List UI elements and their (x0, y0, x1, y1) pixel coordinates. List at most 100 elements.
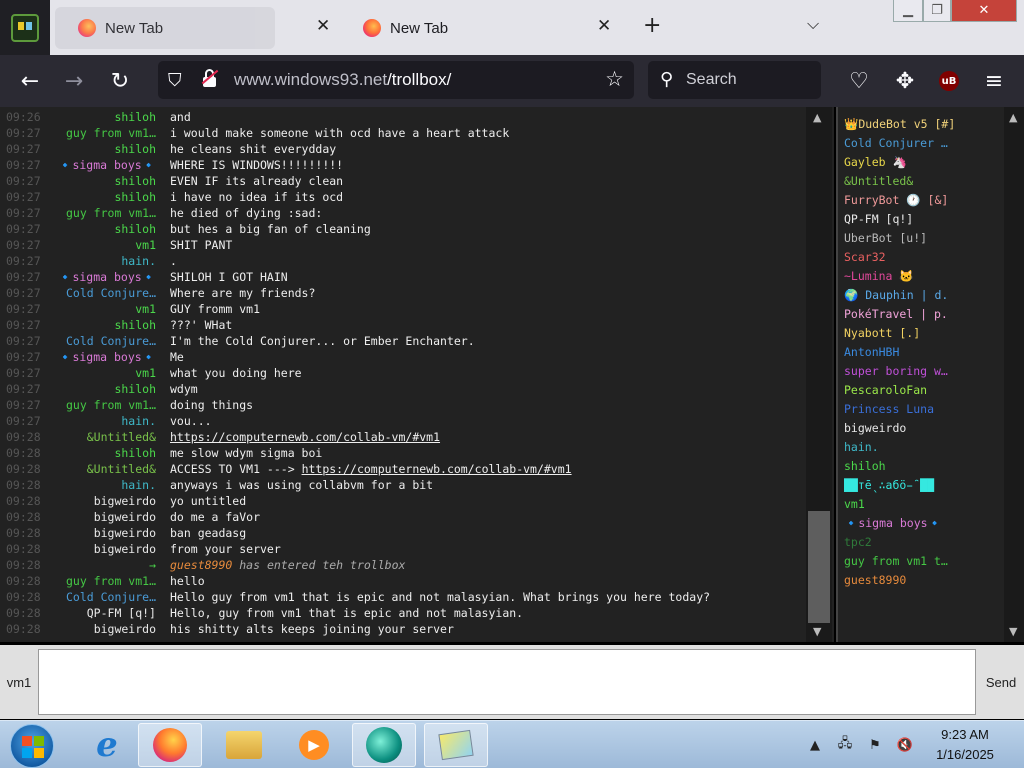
message-nick[interactable]: shiloh (114, 189, 156, 205)
message-nick[interactable]: Cold Conjure… (66, 285, 156, 301)
action-center-flag-icon[interactable]: ⚑ (865, 736, 885, 754)
scroll-down-arrow-icon[interactable]: ▼ (1009, 625, 1017, 638)
message-nick[interactable]: → (149, 557, 156, 573)
user-list-item[interactable]: PokéTravel | p. (844, 305, 1006, 324)
clock[interactable]: 9:23 AM 1/16/2025 (920, 725, 1010, 765)
scroll-up-arrow-icon[interactable]: ▲ (813, 111, 821, 124)
maximize-button[interactable]: ❐ (923, 0, 951, 22)
tab-new-tab-1[interactable]: New Tab (55, 7, 275, 49)
user-list-item[interactable]: hain. (844, 438, 1006, 457)
message-nick[interactable]: shiloh (114, 317, 156, 333)
user-list-item[interactable]: vm1 (844, 495, 1006, 514)
hamburger-menu-icon[interactable]: ≡ (978, 65, 1010, 97)
show-hidden-icons-arrow-icon[interactable]: ▲ (805, 736, 825, 754)
tab-new-tab-2[interactable]: New Tab (340, 7, 625, 49)
forward-arrow-icon[interactable]: → (58, 65, 90, 97)
user-list-item[interactable]: Princess Luna (844, 400, 1006, 419)
url-bar[interactable]: ⛉ www.windows93.net/trollbox/ ☆ (158, 61, 634, 99)
message-nick[interactable]: guy from vm1… (66, 573, 156, 589)
url-text[interactable]: www.windows93.net/trollbox/ (234, 70, 451, 90)
user-list-item[interactable]: 🌍 Dauphin | d. (844, 286, 1006, 305)
user-list-item[interactable]: &Untitled& (844, 172, 1006, 191)
message-nick[interactable]: hain. (121, 413, 156, 429)
message-nick[interactable]: vm1 (135, 365, 156, 381)
send-button[interactable]: Send (978, 649, 1024, 715)
insecure-lock-icon[interactable] (201, 69, 219, 87)
shield-icon[interactable]: ⛉ (168, 70, 182, 91)
user-list-item[interactable]: QP-FM [q!] (844, 210, 1006, 229)
message-nick[interactable]: Cold Conjure… (66, 333, 156, 349)
message-nick[interactable]: &Untitled& (87, 429, 156, 445)
message-nick[interactable]: hain. (121, 253, 156, 269)
firefox-taskbar-button[interactable] (138, 723, 202, 767)
message-nick[interactable]: bigweirdo (94, 621, 156, 637)
user-list-item[interactable]: ██тēˎ∴абö̵̑ ██ (844, 476, 1006, 495)
message-nick[interactable]: guy from vm1… (66, 397, 156, 413)
message-nick[interactable]: shiloh (114, 173, 156, 189)
message-nick[interactable]: vm1 (135, 237, 156, 253)
sticky-notes-taskbar-button[interactable] (424, 723, 488, 767)
user-list-item[interactable]: ~Lumina 🐱 (844, 267, 1006, 286)
user-list-item[interactable]: 🔹sigma boys🔹 (844, 514, 1006, 533)
user-list-item[interactable]: Scar32 (844, 248, 1006, 267)
message-nick[interactable]: bigweirdo (94, 525, 156, 541)
media-player-taskbar-button[interactable]: ▶ (282, 723, 346, 767)
user-list-item[interactable]: Cold Conjurer … (844, 134, 1006, 153)
message-nick[interactable]: shiloh (114, 109, 156, 125)
chat-scroll-thumb[interactable] (808, 511, 830, 623)
message-link[interactable]: https://computernewb.com/collab-vm/#vm1 (170, 430, 440, 444)
user-list-item[interactable]: tpc2 (844, 533, 1006, 552)
start-button[interactable] (10, 724, 54, 768)
internet-explorer-taskbar-button[interactable]: e (75, 723, 139, 767)
message-nick[interactable]: shiloh (114, 445, 156, 461)
close-tab-icon[interactable]: ✕ (597, 16, 611, 36)
user-list-item[interactable]: guy from vm1 t… (844, 552, 1006, 571)
user-list-item[interactable]: guest8990 (844, 571, 1006, 590)
back-arrow-icon[interactable]: ← (14, 65, 46, 97)
network-icon[interactable]: 🖧 (835, 736, 855, 754)
message-nick[interactable]: bigweirdo (94, 541, 156, 557)
minimize-button[interactable]: ▁ (893, 0, 923, 22)
message-nick[interactable]: guy from vm1… (66, 125, 156, 141)
user-list-item[interactable]: shiloh (844, 457, 1006, 476)
user-list-scrollbar[interactable]: ▲ ▼ (1004, 107, 1024, 642)
user-list-item[interactable]: 👑DudeBot v5 [#] (844, 115, 1006, 134)
user-list-item[interactable]: PescaroloFan (844, 381, 1006, 400)
user-list-item[interactable]: bigweirdo (844, 419, 1006, 438)
user-list-item[interactable]: super boring w… (844, 362, 1006, 381)
message-nick[interactable]: QP-FM [q!] (87, 605, 156, 621)
scroll-up-arrow-icon[interactable]: ▲ (1009, 111, 1017, 124)
message-nick[interactable]: shiloh (114, 141, 156, 157)
message-nick[interactable]: hain. (121, 477, 156, 493)
user-list-item[interactable]: AntonHBH (844, 343, 1006, 362)
message-nick[interactable]: 🔹sigma boys🔹 (58, 157, 156, 173)
new-tab-button[interactable]: + (643, 13, 661, 38)
message-input[interactable] (38, 649, 976, 715)
message-nick[interactable]: &Untitled& (87, 461, 156, 477)
message-link[interactable]: https://computernewb.com/collab-vm/#vm1 (302, 462, 572, 476)
scroll-down-arrow-icon[interactable]: ▼ (813, 625, 821, 638)
speaker-muted-icon[interactable]: 🔇 (895, 736, 915, 754)
extensions-puzzle-icon[interactable]: ✥ (889, 65, 921, 97)
message-nick[interactable]: shiloh (114, 221, 156, 237)
chat-log[interactable]: 09:26 shiloh and 09:27 guy from vm1… i would … (0, 107, 834, 642)
file-explorer-taskbar-button[interactable] (212, 723, 276, 767)
message-nick[interactable]: 🔹sigma boys🔹 (58, 269, 156, 285)
message-nick[interactable]: bigweirdo (94, 509, 156, 525)
message-nick[interactable]: vm1 (135, 301, 156, 317)
chat-scrollbar[interactable]: ▲ ▼ (806, 107, 832, 642)
message-nick[interactable]: guy from vm1… (66, 205, 156, 221)
user-list-item[interactable]: UberBot [u!] (844, 229, 1006, 248)
user-list-item[interactable]: Gayleb 🦄 (844, 153, 1006, 172)
message-nick[interactable]: shiloh (114, 381, 156, 397)
search-box[interactable]: ⚲ Search (648, 61, 821, 99)
bookmark-star-icon[interactable]: ☆ (605, 67, 624, 91)
user-list-item[interactable]: FurryBot 🕐 [&] (844, 191, 1006, 210)
pocket-icon[interactable]: ♡ (843, 65, 875, 97)
reload-icon[interactable]: ↻ (104, 65, 136, 97)
chat-app-taskbar-button[interactable] (352, 723, 416, 767)
user-list-item[interactable]: Nyabott [.] (844, 324, 1006, 343)
list-tabs-chevron-icon[interactable]: ⌵ (807, 14, 819, 34)
close-tab-icon[interactable]: ✕ (316, 16, 330, 36)
close-window-button[interactable]: ✕ (951, 0, 1017, 22)
